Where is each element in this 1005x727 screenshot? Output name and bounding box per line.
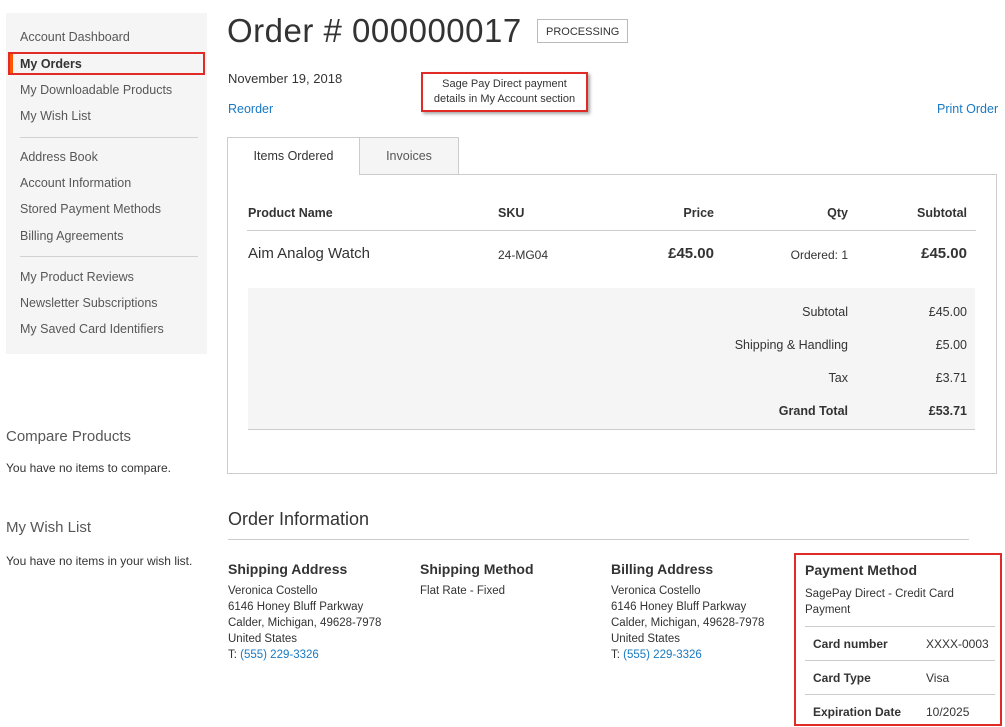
billing-address-title: Billing Address (611, 561, 714, 577)
annotation-callout: Sage Pay Direct payment details in My Ac… (421, 72, 588, 112)
shipping-address-block: Shipping Address Veronica Costello 6146 … (228, 561, 381, 663)
callout-line-1: Sage Pay Direct payment (442, 78, 567, 90)
product-subtotal: £45.00 (921, 245, 967, 262)
shipping-phone-link[interactable]: (555) 229-3326 (240, 649, 319, 661)
shipping-name: Veronica Costello (228, 585, 318, 597)
totals-grand-total-value: £53.71 (928, 404, 967, 418)
callout-line-2: details in My Account section (433, 93, 576, 105)
col-sku: SKU (498, 206, 525, 220)
nav-address-book[interactable]: Address Book (20, 150, 98, 164)
billing-street: 6146 Honey Bluff Parkway (611, 601, 747, 613)
shipping-city: Calder, Michigan, 49628-7978 (228, 617, 382, 629)
print-order-link[interactable]: Print Order (937, 102, 998, 116)
billing-name: Veronica Costello (611, 585, 701, 597)
active-indicator (10, 54, 13, 73)
col-product-name: Product Name (248, 206, 333, 220)
nav-my-wish-list[interactable]: My Wish List (20, 109, 91, 123)
payment-method-title: Payment Method (805, 562, 918, 578)
nav-account-information[interactable]: Account Information (20, 176, 131, 190)
table-header-divider (247, 230, 976, 231)
billing-phone-link[interactable]: (555) 229-3326 (623, 649, 702, 661)
shipping-method-title: Shipping Method (420, 561, 534, 577)
reorder-link[interactable]: Reorder (228, 102, 273, 116)
wish-list-empty: You have no items in your wish list. (6, 554, 193, 568)
page-title: Order # 000000017 (227, 12, 522, 49)
billing-country: United States (611, 633, 681, 645)
totals-tax-value: £3.71 (935, 371, 967, 385)
card-number-value: XXXX-0003 (926, 637, 989, 651)
nav-divider (20, 256, 198, 257)
totals-grand-total-label: Grand Total (778, 404, 848, 418)
order-information-divider (228, 539, 969, 540)
totals-tax-label: Tax (828, 371, 848, 385)
billing-phone-prefix: T: (611, 649, 624, 661)
shipping-method-value: Flat Rate - Fixed (420, 585, 505, 597)
nav-billing-agreements[interactable]: Billing Agreements (20, 229, 124, 243)
shipping-method-block: Shipping Method Flat Rate - Fixed (420, 561, 534, 599)
product-name: Aim Analog Watch (248, 245, 370, 262)
payment-method-block: Payment Method SagePay Direct - Credit C… (794, 553, 1002, 726)
totals-shipping-value: £5.00 (935, 338, 967, 352)
product-sku: 24-MG04 (498, 248, 549, 262)
billing-phone-line: T: (555) 229-3326 (611, 647, 764, 663)
payment-row-divider (805, 660, 995, 661)
tab-invoices[interactable]: Invoices (359, 137, 459, 175)
payment-row-divider (805, 626, 995, 627)
nav-my-orders[interactable]: My Orders (20, 57, 82, 71)
nav-account-dashboard[interactable]: Account Dashboard (20, 30, 130, 44)
nav-my-product-reviews[interactable]: My Product Reviews (20, 270, 134, 284)
wish-list-title: My Wish List (6, 519, 92, 536)
expiration-date-label: Expiration Date (813, 705, 902, 719)
card-number-label: Card number (813, 637, 888, 651)
shipping-phone-prefix: T: (228, 649, 241, 661)
payment-method-description: SagePay Direct - Credit Card Payment (805, 588, 954, 616)
shipping-country: United States (228, 633, 298, 645)
billing-address-block: Billing Address Veronica Costello 6146 H… (611, 561, 764, 663)
nav-newsletter-subscriptions[interactable]: Newsletter Subscriptions (20, 296, 158, 310)
nav-my-downloadable-products[interactable]: My Downloadable Products (20, 83, 172, 97)
order-totals (248, 288, 975, 430)
tab-items-ordered[interactable]: Items Ordered (227, 137, 360, 175)
order-date: November 19, 2018 (228, 71, 343, 86)
card-type-value: Visa (926, 671, 950, 685)
status-badge: PROCESSING (537, 19, 629, 43)
col-qty: Qty (827, 206, 848, 220)
card-type-label: Card Type (813, 671, 871, 685)
compare-products-empty: You have no items to compare. (6, 461, 171, 475)
shipping-street: 6146 Honey Bluff Parkway (228, 601, 364, 613)
col-price: Price (683, 206, 714, 220)
product-qty: Ordered: 1 (790, 248, 848, 262)
billing-city: Calder, Michigan, 49628-7978 (611, 617, 765, 629)
payment-row-divider (805, 694, 995, 695)
product-price: £45.00 (668, 245, 714, 262)
col-subtotal: Subtotal (917, 206, 967, 220)
order-information-title: Order Information (228, 509, 370, 529)
nav-stored-payment-methods[interactable]: Stored Payment Methods (20, 202, 161, 216)
nav-my-saved-card-identifiers[interactable]: My Saved Card Identifiers (20, 322, 164, 336)
shipping-address-title: Shipping Address (228, 561, 348, 577)
compare-products-title: Compare Products (6, 428, 132, 445)
totals-subtotal-value: £45.00 (928, 305, 967, 319)
nav-divider (20, 137, 198, 138)
totals-subtotal-label: Subtotal (802, 305, 848, 319)
totals-shipping-label: Shipping & Handling (734, 338, 848, 352)
expiration-date-value: 10/2025 (926, 705, 970, 719)
shipping-phone-line: T: (555) 229-3326 (228, 647, 381, 663)
